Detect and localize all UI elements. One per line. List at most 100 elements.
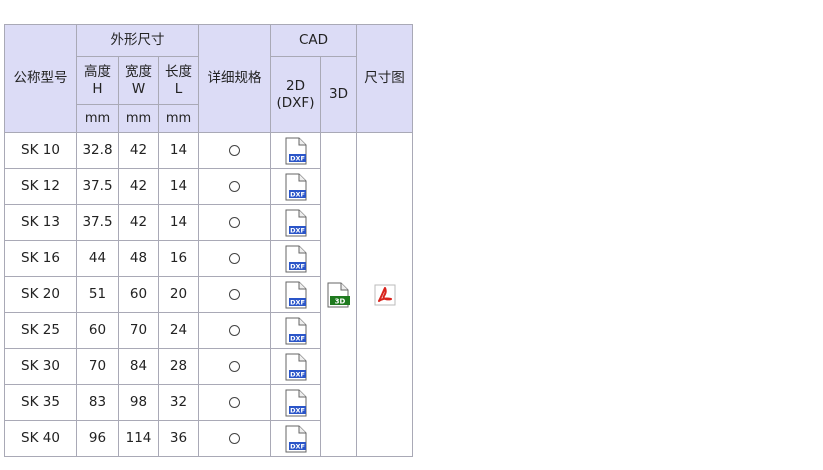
length-cell: 20	[158, 276, 199, 313]
model-cell: SK 10	[4, 132, 77, 169]
spec-available-cell[interactable]	[198, 204, 271, 241]
length-cell: 36	[158, 420, 199, 457]
dxf-file-icon[interactable]: DXF	[284, 245, 308, 272]
dxf-file-icon[interactable]: DXF	[284, 353, 308, 380]
width-cell: 42	[118, 168, 159, 205]
header-length: 长度 L	[158, 56, 199, 105]
cad-3d-cell[interactable]: 3D	[320, 132, 357, 457]
length-cell: 24	[158, 312, 199, 349]
circle-icon[interactable]	[229, 216, 240, 228]
dxf-file-icon[interactable]: DXF	[284, 389, 308, 416]
svg-text:DXF: DXF	[290, 442, 305, 450]
height-cell: 83	[76, 384, 119, 421]
table-row: SK 10 32.8 42 14 DXF 3D	[4, 132, 413, 457]
header-cad-3d: 3D	[320, 56, 357, 133]
circle-icon[interactable]	[229, 252, 240, 264]
spec-available-cell[interactable]	[198, 420, 271, 457]
header-model: 公称型号	[4, 24, 77, 133]
cad-2d-cell[interactable]: DXF	[270, 276, 321, 313]
spec-table: 公称型号 外形尺寸 详细规格 CAD 尺寸图 高度 H 宽度 W 长度 L 2D…	[4, 24, 413, 457]
svg-text:DXF: DXF	[290, 154, 305, 162]
width-cell: 84	[118, 348, 159, 385]
model-cell: SK 20	[4, 276, 77, 313]
width-cell: 114	[118, 420, 159, 457]
length-cell: 16	[158, 240, 199, 277]
model-cell: SK 13	[4, 204, 77, 241]
model-cell: SK 30	[4, 348, 77, 385]
svg-text:DXF: DXF	[290, 334, 305, 342]
length-cell: 14	[158, 168, 199, 205]
height-cell: 37.5	[76, 168, 119, 205]
dxf-file-icon[interactable]: DXF	[284, 173, 308, 200]
spec-available-cell[interactable]	[198, 384, 271, 421]
length-cell: 32	[158, 384, 199, 421]
svg-text:DXF: DXF	[290, 406, 305, 414]
spec-available-cell[interactable]	[198, 312, 271, 349]
length-cell: 14	[158, 204, 199, 241]
drawing-cell[interactable]	[356, 132, 413, 457]
height-cell: 44	[76, 240, 119, 277]
svg-text:DXF: DXF	[290, 190, 305, 198]
circle-icon[interactable]	[229, 180, 240, 192]
circle-icon[interactable]	[229, 396, 240, 408]
circle-icon[interactable]	[229, 324, 240, 336]
svg-text:DXF: DXF	[290, 262, 305, 270]
header-width: 宽度 W	[118, 56, 159, 105]
model-cell: SK 16	[4, 240, 77, 277]
spec-available-cell[interactable]	[198, 132, 271, 169]
cad-2d-cell[interactable]: DXF	[270, 204, 321, 241]
dxf-file-icon[interactable]: DXF	[284, 209, 308, 236]
width-cell: 98	[118, 384, 159, 421]
width-cell: 60	[118, 276, 159, 313]
unit-width: mm	[118, 104, 159, 133]
height-cell: 60	[76, 312, 119, 349]
cad-2d-cell[interactable]: DXF	[270, 420, 321, 457]
spec-available-cell[interactable]	[198, 240, 271, 277]
cad-2d-cell[interactable]: DXF	[270, 168, 321, 205]
height-cell: 70	[76, 348, 119, 385]
header-spec: 详细规格	[198, 24, 271, 133]
height-cell: 51	[76, 276, 119, 313]
height-cell: 37.5	[76, 204, 119, 241]
unit-height: mm	[76, 104, 119, 133]
circle-icon[interactable]	[229, 144, 240, 156]
dxf-file-icon[interactable]: DXF	[284, 425, 308, 452]
model-cell: SK 40	[4, 420, 77, 457]
3d-file-icon[interactable]: 3D	[326, 282, 352, 307]
unit-length: mm	[158, 104, 199, 133]
length-cell: 14	[158, 132, 199, 169]
pdf-icon[interactable]	[374, 284, 396, 305]
header-height: 高度 H	[76, 56, 119, 105]
height-cell: 96	[76, 420, 119, 457]
svg-text:DXF: DXF	[290, 298, 305, 306]
spec-available-cell[interactable]	[198, 168, 271, 205]
circle-icon[interactable]	[229, 288, 240, 300]
header-cad: CAD	[270, 24, 357, 57]
width-cell: 48	[118, 240, 159, 277]
width-cell: 42	[118, 204, 159, 241]
cad-2d-cell[interactable]: DXF	[270, 348, 321, 385]
height-cell: 32.8	[76, 132, 119, 169]
header-dimensions: 外形尺寸	[76, 24, 199, 57]
spec-available-cell[interactable]	[198, 348, 271, 385]
dxf-file-icon[interactable]: DXF	[284, 137, 308, 164]
width-cell: 42	[118, 132, 159, 169]
width-cell: 70	[118, 312, 159, 349]
dxf-file-icon[interactable]: DXF	[284, 317, 308, 344]
cad-2d-cell[interactable]: DXF	[270, 384, 321, 421]
circle-icon[interactable]	[229, 432, 240, 444]
svg-text:3D: 3D	[334, 297, 345, 305]
cad-2d-cell[interactable]: DXF	[270, 240, 321, 277]
cad-2d-cell[interactable]: DXF	[270, 312, 321, 349]
model-cell: SK 12	[4, 168, 77, 205]
length-cell: 28	[158, 348, 199, 385]
svg-text:DXF: DXF	[290, 226, 305, 234]
table-header: 公称型号 外形尺寸 详细规格 CAD 尺寸图 高度 H 宽度 W 长度 L 2D…	[4, 24, 413, 133]
cad-2d-cell[interactable]: DXF	[270, 132, 321, 169]
header-cad-2d: 2D (DXF)	[270, 56, 321, 133]
circle-icon[interactable]	[229, 360, 240, 372]
model-cell: SK 35	[4, 384, 77, 421]
dxf-file-icon[interactable]: DXF	[284, 281, 308, 308]
spec-available-cell[interactable]	[198, 276, 271, 313]
table-body: SK 10 32.8 42 14 DXF 3D SK 12 37.5 42 14 DXF SK 13 3…	[4, 132, 413, 457]
